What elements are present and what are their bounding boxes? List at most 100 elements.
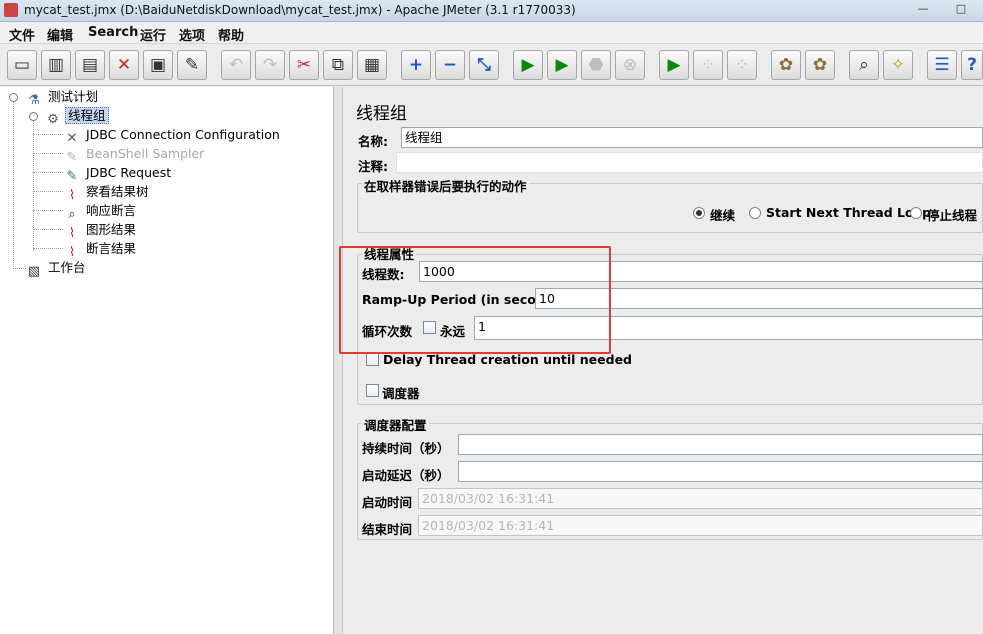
delay-thread-checkbox[interactable]: [366, 353, 379, 366]
scheduler-checkbox[interactable]: [366, 384, 379, 397]
copy-icon: ⧉: [331, 55, 345, 75]
tree-node-assertion-results[interactable]: ⌇ 断言结果: [63, 240, 138, 260]
paste-button[interactable]: ▦: [357, 50, 387, 80]
collapse-icon: −: [442, 55, 458, 75]
tree-connector: [33, 172, 63, 173]
cut-button[interactable]: ✂: [289, 50, 319, 80]
tree-connector: [33, 121, 34, 250]
start-no-pause-button[interactable]: ▶: [547, 50, 577, 80]
start-no-pause-icon: ▶: [555, 55, 569, 75]
error-action-legend: 在取样器错误后要执行的动作: [362, 176, 529, 195]
window-title: mycat_test.jmx (D:\BaiduNetdiskDownload\…: [24, 3, 576, 17]
remote-shutdown-icon: ⁘: [734, 55, 750, 75]
templates-button[interactable]: ▥: [41, 50, 71, 80]
end-time-label: 结束时间: [362, 522, 413, 537]
radio-next-loop-label: Start Next Thread Loop: [766, 205, 932, 220]
start-time-field: 2018/03/02 16:31:41: [418, 488, 983, 509]
start-button[interactable]: ▶: [513, 50, 543, 80]
scheduler-config-legend: 调度器配置: [362, 415, 429, 434]
expand-toggle-icon[interactable]: [9, 93, 18, 102]
comment-label: 注释:: [358, 159, 388, 174]
menu-edit[interactable]: 编辑: [47, 25, 73, 44]
menu-search[interactable]: Search: [88, 25, 138, 40]
tree-node-workbench[interactable]: ▧ 工作台: [25, 259, 88, 279]
stop-button[interactable]: ⬣: [581, 50, 611, 80]
tree-connector: [33, 191, 63, 192]
remote-stop-button[interactable]: ⁘: [693, 50, 723, 80]
new-icon: ▭: [13, 55, 31, 75]
function-helper-icon: ☰: [934, 55, 950, 75]
new-button[interactable]: ▭: [7, 50, 37, 80]
open-icon: ▤: [81, 55, 99, 75]
panel-title: 线程组: [356, 104, 407, 124]
function-helper-button[interactable]: ☰: [927, 50, 957, 80]
workbench-icon: ▧: [27, 264, 41, 279]
title-bar: mycat_test.jmx (D:\BaiduNetdiskDownload\…: [0, 0, 983, 22]
radio-stop-thread[interactable]: [910, 207, 922, 219]
save-button[interactable]: ▣: [143, 50, 173, 80]
tree-node-beanshell-sampler[interactable]: ✎ BeanShell Sampler: [63, 145, 206, 165]
maximize-button[interactable]: □: [942, 0, 980, 18]
clear-button[interactable]: ✿: [771, 50, 801, 80]
tree-node-graph-results[interactable]: ⌇ 图形结果: [63, 221, 138, 241]
tree-connector: [33, 153, 63, 154]
expand-icon: +: [408, 55, 424, 75]
tree-node-thread-group[interactable]: ⚙ 线程组: [44, 107, 109, 127]
expand-toggle-icon[interactable]: [29, 112, 38, 121]
radio-continue[interactable]: [693, 207, 705, 219]
remote-stop-icon: ⁘: [700, 55, 716, 75]
clear-icon: ✿: [778, 55, 794, 75]
jmeter-app-icon: [4, 3, 18, 17]
redo-icon: ↷: [262, 55, 278, 75]
redo-button[interactable]: ↷: [255, 50, 285, 80]
tree-node-jdbc-request[interactable]: ✎ JDBC Request: [63, 164, 173, 184]
save-as-button[interactable]: ✎: [177, 50, 207, 80]
collapse-button[interactable]: −: [435, 50, 465, 80]
help-icon: ?: [967, 55, 977, 75]
split-pane-divider[interactable]: [334, 87, 343, 634]
expand-button[interactable]: +: [401, 50, 431, 80]
shutdown-button[interactable]: ⊗: [615, 50, 645, 80]
minimize-button[interactable]: —: [904, 0, 942, 18]
menu-help[interactable]: 帮助: [218, 25, 244, 44]
tree-node-view-results-tree[interactable]: ⌇ 察看结果树: [63, 183, 151, 203]
help-button[interactable]: ?: [961, 50, 983, 80]
menu-options[interactable]: 选项: [179, 25, 205, 44]
close-icon: ✕: [116, 55, 132, 75]
menu-bar: 文件 编辑 Search 运行 选项 帮助: [0, 22, 983, 44]
menu-run[interactable]: 运行: [140, 25, 166, 44]
toggle-icon: ⤡: [477, 55, 491, 75]
comment-field[interactable]: [396, 152, 983, 173]
reset-search-button[interactable]: ✧: [883, 50, 913, 80]
tree-node-response-assertion[interactable]: ⌕ 响应断言: [63, 202, 138, 222]
tree-node-test-plan[interactable]: ⚗ 测试计划: [25, 88, 100, 108]
menu-file[interactable]: 文件: [9, 25, 35, 44]
save-icon: ▣: [149, 55, 167, 75]
tree-node-jdbc-connection[interactable]: ✕ JDBC Connection Configuration: [63, 126, 282, 146]
search-button[interactable]: ⌕: [849, 50, 879, 80]
gear-icon: ⚙: [47, 112, 59, 127]
tree-connector: [13, 101, 14, 269]
radio-next-loop[interactable]: [749, 207, 761, 219]
open-button[interactable]: ▤: [75, 50, 105, 80]
remote-start-button[interactable]: ▶: [659, 50, 689, 80]
radio-stop-thread-label: 停止线程: [927, 208, 978, 223]
copy-button[interactable]: ⧉: [323, 50, 353, 80]
name-label: 名称:: [358, 134, 388, 149]
reset-search-icon: ✧: [890, 55, 906, 75]
tree-connector: [33, 248, 63, 249]
startup-delay-field[interactable]: [458, 461, 983, 482]
toggle-button[interactable]: ⤡: [469, 50, 499, 80]
toolbar: ▭ ▥ ▤ ✕ ▣ ✎ ↶ ↷ ✂ ⧉ ▦ + − ⤡ ▶ ▶ ⬣ ⊗ ▶ ⁘ …: [0, 44, 983, 86]
close-button[interactable]: ✕: [109, 50, 139, 80]
duration-field[interactable]: [458, 434, 983, 455]
name-field[interactable]: 线程组: [401, 127, 983, 148]
undo-button[interactable]: ↶: [221, 50, 251, 80]
start-icon: ▶: [521, 55, 535, 75]
flask-icon: ⚗: [28, 93, 40, 108]
remote-shutdown-button[interactable]: ⁘: [727, 50, 757, 80]
search-icon: ⌕: [859, 55, 869, 75]
clear-all-button[interactable]: ✿: [805, 50, 835, 80]
templates-icon: ▥: [47, 55, 65, 75]
save-as-icon: ✎: [184, 55, 200, 75]
